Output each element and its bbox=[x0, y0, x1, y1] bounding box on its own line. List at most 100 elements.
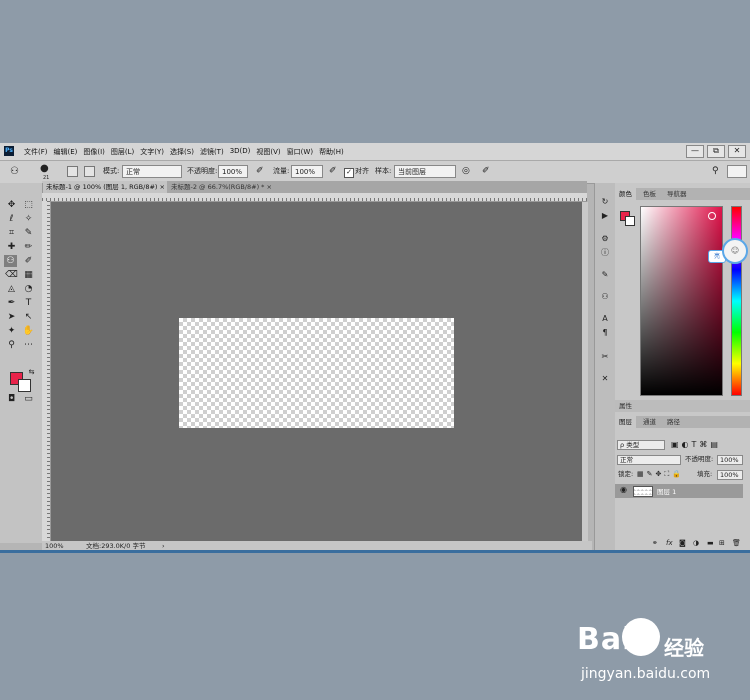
marquee-tool-icon[interactable]: ⬚ bbox=[22, 199, 35, 211]
floating-avatar-icon[interactable]: ☺ bbox=[722, 238, 748, 264]
menu-select[interactable]: 选择(S) bbox=[170, 147, 194, 157]
clone-source-panel-icon[interactable]: ⚇ bbox=[599, 291, 611, 303]
new-group-icon[interactable]: ▬ bbox=[707, 539, 714, 547]
tab-swatches[interactable]: 色板 bbox=[639, 188, 660, 200]
menu-type[interactable]: 文字(Y) bbox=[140, 147, 164, 157]
menu-layer[interactable]: 图层(L) bbox=[111, 147, 134, 157]
vertical-ruler[interactable] bbox=[42, 201, 51, 541]
more-tools-icon[interactable]: ⋯ bbox=[22, 339, 35, 351]
eraser-tool-icon[interactable]: ⌫ bbox=[5, 269, 18, 281]
restore-button[interactable]: ⧉ bbox=[707, 145, 725, 158]
search-icon[interactable]: ⚲ bbox=[712, 165, 719, 178]
layer-name[interactable]: 图层 1 bbox=[657, 486, 676, 496]
menu-help[interactable]: 帮助(H) bbox=[319, 147, 344, 157]
layer-opacity-field[interactable]: 100% bbox=[717, 455, 743, 465]
crop-tool-icon[interactable]: ⌗ bbox=[5, 227, 18, 239]
color-picker-field[interactable] bbox=[640, 206, 723, 396]
align-checkbox[interactable]: ✓ bbox=[344, 168, 354, 178]
swap-colors-icon[interactable]: ⇆ bbox=[25, 366, 38, 378]
opacity-field[interactable]: 100% bbox=[218, 165, 248, 178]
panel-background-swatch[interactable] bbox=[625, 216, 635, 226]
background-color-swatch[interactable] bbox=[18, 379, 31, 392]
history-icon[interactable]: ↻ bbox=[599, 196, 611, 208]
dodge-tool-icon[interactable]: ◔ bbox=[22, 283, 35, 295]
os-taskbar-strip bbox=[0, 550, 750, 553]
tab-channels[interactable]: 通道 bbox=[639, 416, 660, 428]
flow-field[interactable]: 100% bbox=[291, 165, 323, 178]
color-picker-cursor[interactable] bbox=[708, 212, 716, 220]
ignore-adjustment-icon[interactable]: ◎ bbox=[462, 165, 470, 178]
menu-3d[interactable]: 3D(D) bbox=[230, 147, 251, 157]
eye-visibility-icon[interactable]: ◉ bbox=[620, 485, 627, 494]
move-tool-icon[interactable]: ✥ bbox=[5, 199, 18, 211]
pressure-opacity-icon[interactable]: ✐ bbox=[256, 165, 264, 178]
menu-window[interactable]: 窗口(W) bbox=[287, 147, 313, 157]
menu-view[interactable]: 视图(V) bbox=[256, 147, 280, 157]
clone-source-icon[interactable] bbox=[84, 166, 95, 177]
horizontal-ruler[interactable] bbox=[42, 193, 587, 202]
clone-stamp-tool-icon[interactable]: ⚇ bbox=[4, 255, 17, 267]
pressure-size-icon[interactable]: ✐ bbox=[482, 165, 490, 178]
layer-kind-filter[interactable]: ρ 类型 bbox=[617, 440, 665, 450]
fx-button[interactable]: fx bbox=[666, 539, 673, 547]
lock-icons[interactable]: ▦✎✥⛶🔒 bbox=[637, 469, 684, 480]
direct-selection-tool-icon[interactable]: ↖ bbox=[22, 311, 35, 323]
sample-select[interactable]: 当前图层 bbox=[394, 165, 456, 178]
minimize-button[interactable]: — bbox=[686, 145, 704, 158]
menu-filter[interactable]: 滤镜(T) bbox=[200, 147, 224, 157]
link-layers-icon[interactable]: ⚭ bbox=[652, 539, 658, 547]
character-icon[interactable]: A bbox=[599, 313, 611, 325]
lasso-tool-icon[interactable]: ℓ bbox=[5, 213, 18, 225]
brush-panel-icon[interactable] bbox=[67, 166, 78, 177]
gradient-tool-icon[interactable]: ▦ bbox=[22, 269, 35, 281]
shape-tool-icon[interactable]: ✦ bbox=[5, 325, 18, 337]
blend-mode-select[interactable]: 正常 bbox=[617, 455, 681, 465]
menu-edit[interactable]: 编辑(E) bbox=[54, 147, 78, 157]
mode-select[interactable]: 正常 bbox=[122, 165, 182, 178]
properties-title[interactable]: 属性 bbox=[615, 400, 636, 412]
history-brush-tool-icon[interactable]: ✐ bbox=[22, 255, 35, 267]
menu-file[interactable]: 文件(F) bbox=[24, 147, 48, 157]
workspace-select[interactable] bbox=[727, 165, 747, 178]
clone-stamp-icon[interactable]: ⚇ bbox=[10, 165, 19, 178]
vertical-scrollbar[interactable] bbox=[582, 202, 588, 542]
add-mask-icon[interactable]: ◙ bbox=[679, 539, 686, 547]
new-layer-icon[interactable]: ⊞ bbox=[719, 539, 725, 547]
transparent-canvas[interactable] bbox=[179, 318, 454, 428]
tab-paths[interactable]: 路径 bbox=[663, 416, 684, 428]
adjustments-icon[interactable]: ⚙ bbox=[599, 233, 611, 245]
tab-navigator[interactable]: 导航器 bbox=[663, 188, 691, 200]
menu-image[interactable]: 图像(I) bbox=[83, 147, 105, 157]
healing-brush-tool-icon[interactable]: ✚ bbox=[5, 241, 18, 253]
hand-tool-icon[interactable]: ✋ bbox=[22, 325, 35, 337]
adjustment-layer-icon[interactable]: ◑ bbox=[693, 539, 699, 547]
fill-field[interactable]: 100% bbox=[717, 470, 743, 480]
canvas-workspace[interactable] bbox=[51, 202, 582, 542]
info-icon[interactable]: ⓘ bbox=[599, 247, 611, 259]
tab-document-2[interactable]: 未标题-2 @ 66.7%(RGB/8#) * × bbox=[167, 181, 276, 193]
tool-presets-icon[interactable]: ✂ bbox=[599, 351, 611, 363]
actions-play-icon[interactable]: ▶ bbox=[599, 210, 611, 222]
magic-wand-tool-icon[interactable]: ✧ bbox=[22, 213, 35, 225]
type-tool-icon[interactable]: T bbox=[22, 297, 35, 309]
hue-slider[interactable] bbox=[731, 206, 742, 396]
path-selection-tool-icon[interactable]: ➤ bbox=[5, 311, 18, 323]
tab-layers[interactable]: 图层 bbox=[615, 416, 636, 428]
airbrush-icon[interactable]: ✐ bbox=[329, 165, 337, 178]
tab-color[interactable]: 颜色 bbox=[615, 188, 636, 200]
paragraph-icon[interactable]: ¶ bbox=[599, 327, 611, 339]
brush-tool-icon[interactable]: ✏ bbox=[22, 241, 35, 253]
tab-document-1[interactable]: 未标题-1 @ 100% (图层 1, RGB/8#) × bbox=[42, 181, 169, 193]
brush-presets-icon[interactable]: ✎ bbox=[599, 269, 611, 281]
layer-row[interactable]: ◉ 图层 1 bbox=[615, 484, 743, 498]
properties-icon[interactable]: ✕ bbox=[599, 373, 611, 385]
screen-mode-icon[interactable]: ▭ bbox=[22, 393, 35, 405]
layer-filter-icons[interactable]: ▣◐T⌘▤ bbox=[671, 439, 721, 450]
eyedropper-tool-icon[interactable]: ✎ bbox=[22, 227, 35, 239]
quick-mask-icon[interactable]: ◘ bbox=[5, 393, 18, 405]
delete-layer-icon[interactable]: 🗑 bbox=[732, 539, 741, 547]
pen-tool-icon[interactable]: ✒ bbox=[5, 297, 18, 309]
blur-tool-icon[interactable]: ◬ bbox=[5, 283, 18, 295]
close-button[interactable]: ✕ bbox=[728, 145, 746, 158]
zoom-tool-icon[interactable]: ⚲ bbox=[5, 339, 18, 351]
